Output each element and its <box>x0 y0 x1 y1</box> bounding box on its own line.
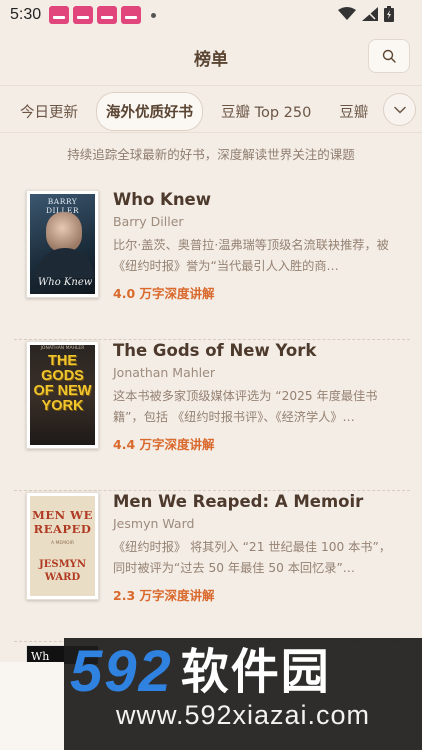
search-button[interactable] <box>368 39 410 73</box>
list-item[interactable]: MEN WE REAPED A MEMOIR JESMYN WARD Men W… <box>14 492 410 642</box>
book-author: Jonathan Mahler <box>113 365 215 380</box>
book-cover[interactable]: BARRY DILLER Who Knew <box>26 190 99 298</box>
app-notification-icon <box>97 6 118 24</box>
watermark-logo-text: 软件园 <box>180 644 331 700</box>
tab-today-updates[interactable]: 今日更新 <box>10 92 88 131</box>
app-notification-icon <box>121 6 142 24</box>
app-notification-icon <box>73 6 94 24</box>
watermark-url: www.592xiazai.com <box>115 700 371 730</box>
list-item[interactable]: BARRY DILLER Who Knew Who Knew Barry Dil… <box>14 190 410 340</box>
page-title: 榜单 <box>194 50 228 70</box>
portrait-body <box>36 248 94 278</box>
book-badge: 4.4 万字深度讲解 <box>113 437 215 452</box>
app-notification-icon <box>49 6 70 24</box>
book-description: 比尔·盖茨、奥普拉·温弗瑞等顶级名流联袂推荐，被《纽约时报》誉为“当代最引人入胜… <box>113 238 389 273</box>
header: 榜单 <box>0 30 422 85</box>
bottom-strip <box>0 662 64 750</box>
cover-art: BARRY DILLER Who Knew <box>30 194 95 294</box>
cover-subtitle: A MEMOIR <box>50 541 75 546</box>
book-author: Jesmyn Ward <box>113 516 195 531</box>
cover-author: JESMYN WARD <box>39 559 86 583</box>
book-badge: 4.0 万字深度讲解 <box>113 286 215 301</box>
tab-overseas-books[interactable]: 海外优质好书 <box>96 92 203 131</box>
book-cover[interactable]: MEN WE REAPED A MEMOIR JESMYN WARD <box>26 492 99 600</box>
book-author: Barry Diller <box>113 214 184 229</box>
book-description: 《纽约时报》 将其列入 “21 世纪最佳 100 本书”，同时被评为“过去 50… <box>113 540 391 575</box>
battery-icon <box>384 6 394 22</box>
chevron-down-icon <box>393 106 406 114</box>
portrait-face <box>46 212 82 252</box>
book-title[interactable]: The Gods of New York <box>113 341 316 360</box>
book-title[interactable]: Who Knew <box>113 190 211 209</box>
cover-big-title: THE GODS OF NEW YORK <box>33 353 92 414</box>
book-title[interactable]: Men We Reaped: A Memoir <box>113 492 363 511</box>
cover-big-title: MEN WE REAPED <box>32 508 93 536</box>
status-time: 5:30 <box>10 6 42 23</box>
cover-script-title: Who Knew <box>38 277 93 288</box>
watermark-logo: 592 软件园 <box>70 640 331 704</box>
watermark-overlay: 592 软件园 www.592xiazai.com <box>64 638 422 750</box>
book-cover[interactable]: JONATHAN MAHLER THE GODS OF NEW YORK <box>26 341 99 449</box>
watermark-logo-number: 592 <box>70 639 173 704</box>
tabs-expand-button[interactable] <box>383 93 416 126</box>
search-icon <box>382 49 396 63</box>
wifi-icon <box>338 7 356 20</box>
cover-art: JONATHAN MAHLER THE GODS OF NEW YORK <box>30 345 95 445</box>
status-indicators <box>338 6 394 22</box>
list-subtitle: 持续追踪全球最新的好书，深度解读世界关注的课题 <box>67 147 355 162</box>
tab-douban-top250[interactable]: 豆瓣 Top 250 <box>211 92 321 131</box>
more-notifications-dot-icon <box>151 12 157 18</box>
book-description: 这本书被多家顶级媒体评选为 “2025 年度最佳书籍”，包括 《纽约时报书评》、… <box>113 389 378 424</box>
category-tabs: 今日更新 海外优质好书 豆瓣 Top 250 豆瓣 <box>0 85 422 133</box>
status-bar: 5:30 <box>0 0 422 30</box>
cover-art: MEN WE REAPED A MEMOIR JESMYN WARD <box>30 496 95 596</box>
book-badge: 2.3 万字深度讲解 <box>113 588 215 603</box>
cover-header: JONATHAN MAHLER <box>40 346 85 351</box>
signal-icon <box>362 7 378 21</box>
tab-track: 今日更新 海外优质好书 豆瓣 Top 250 豆瓣 <box>10 92 378 131</box>
list-item[interactable]: JONATHAN MAHLER THE GODS OF NEW YORK The… <box>14 341 410 491</box>
